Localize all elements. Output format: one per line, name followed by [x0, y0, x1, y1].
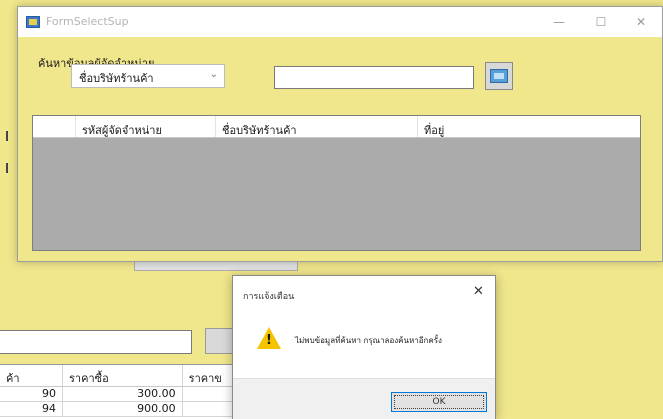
search-button[interactable] — [485, 62, 513, 90]
cell-qty: 90 — [0, 387, 64, 401]
search-icon — [490, 69, 508, 83]
message-text: ไม่พบข้อมูลที่ค้นหา กรุณาลองค้นหาอีกครั้… — [295, 336, 442, 345]
window-title: FormSelectSup — [46, 15, 129, 28]
column-header: ค้า — [0, 365, 64, 386]
message-box-title: การแจ้งเตือน — [243, 292, 295, 302]
table-row[interactable]: 94 900.00 — [0, 402, 241, 417]
search-field-combobox[interactable]: ชื่อบริษัทร้านค้า ⌄ — [71, 64, 225, 88]
column-header-supplier-id[interactable]: รหัสผู้จัดจำหน่าย — [76, 116, 216, 137]
search-input[interactable] — [274, 66, 474, 89]
column-header-company-name[interactable]: ชื่อบริษัทร้านค้า — [216, 116, 418, 137]
select-supplier-window: FormSelectSup — ☐ ✕ ค้นหาข้อมูลผู้จัดจำห… — [17, 6, 663, 262]
combobox-selected-value: ชื่อบริษัทร้านค้า — [79, 72, 154, 85]
message-box: การแจ้งเตือน ✕ ! ไม่พบข้อมูลที่ค้นหา กรุ… — [232, 275, 496, 419]
cell-qty: 94 — [0, 402, 64, 416]
title-bar[interactable]: FormSelectSup — ☐ ✕ — [18, 7, 662, 37]
app-icon — [26, 16, 40, 28]
minimize-button[interactable]: — — [549, 13, 569, 31]
supplier-grid[interactable]: รหัสผู้จัดจำหน่าย ชื่อบริษัทร้านค้า ที่อ… — [32, 115, 641, 251]
background-grid-header: ค้า ราคาซื้อ ราคาข — [0, 365, 241, 387]
cell-price: 900.00 — [63, 402, 183, 416]
close-icon[interactable]: ✕ — [473, 284, 484, 299]
table-row[interactable]: 90 300.00 — [0, 387, 241, 402]
row-selector-header — [33, 116, 76, 137]
warning-icon-mark: ! — [266, 333, 272, 348]
column-header-address[interactable]: ที่อยู่ — [418, 116, 640, 137]
background-label-fragment — [6, 163, 12, 173]
close-button[interactable]: ✕ — [631, 13, 651, 31]
cell-price: 300.00 — [63, 387, 183, 401]
background-search-input[interactable] — [0, 330, 192, 354]
background-label-fragment — [6, 131, 12, 141]
chevron-down-icon: ⌄ — [209, 69, 218, 80]
background-search-button[interactable] — [205, 328, 233, 354]
ok-button[interactable]: OK — [391, 392, 487, 412]
column-header: ราคาซื้อ — [63, 365, 183, 386]
background-product-grid[interactable]: ค้า ราคาซื้อ ราคาข 90 300.00 94 900.00 — [0, 364, 241, 419]
maximize-button[interactable]: ☐ — [591, 13, 611, 31]
grid-header: รหัสผู้จัดจำหน่าย ชื่อบริษัทร้านค้า ที่อ… — [33, 116, 640, 138]
message-box-footer: OK — [233, 378, 495, 419]
